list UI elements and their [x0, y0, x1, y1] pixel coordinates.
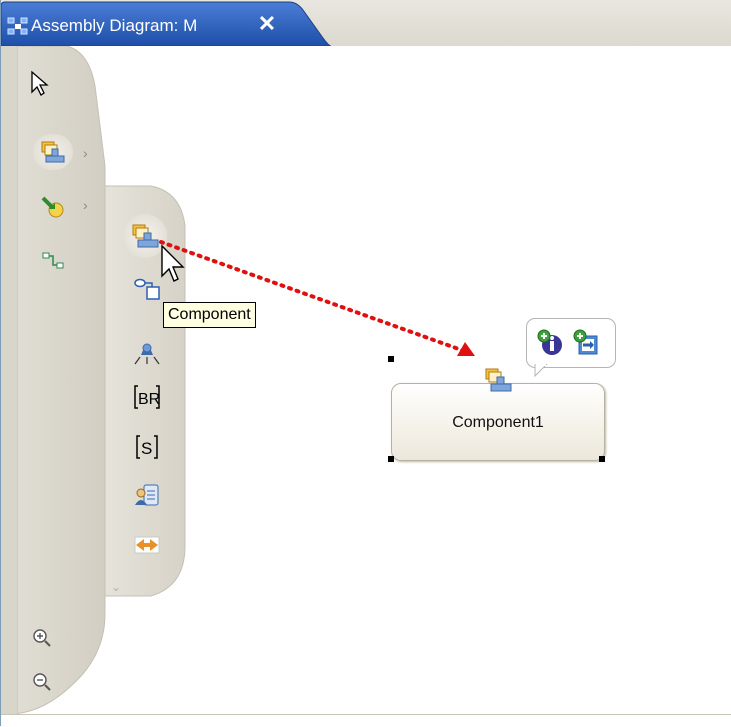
svg-text:BR: BR: [138, 391, 160, 408]
human-task-icon[interactable]: [129, 478, 165, 512]
select-arrow-icon[interactable]: [21, 66, 57, 100]
bubble-pointer: [534, 364, 548, 378]
component-label: Component1: [452, 414, 544, 431]
interface-map-icon[interactable]: [129, 528, 165, 562]
component-icon: [483, 366, 513, 394]
add-reference-icon[interactable]: [573, 329, 601, 357]
palette: [1, 46, 186, 714]
component-node[interactable]: Component1: [391, 383, 605, 461]
zoom-out-icon[interactable]: [27, 668, 57, 696]
chevron-right-icon[interactable]: ›: [83, 145, 88, 161]
selection-handle[interactable]: [599, 456, 605, 462]
selection-handle[interactable]: [388, 456, 394, 462]
tab-title: Assembly Diagram: M: [31, 16, 198, 35]
editor-frame: Assembly Diagram: M ✕ › › BR S ⌄ Compone…: [0, 0, 731, 727]
editor-tab[interactable]: Assembly Diagram: M ✕: [1, 0, 331, 46]
editor-bottom-border: [1, 714, 731, 727]
selection-handle[interactable]: [388, 356, 394, 362]
business-rule-icon[interactable]: BR: [129, 380, 165, 414]
state-machine-icon[interactable]: S: [129, 430, 165, 464]
import-icon[interactable]: [35, 190, 71, 224]
close-icon[interactable]: ✕: [255, 12, 279, 36]
svg-text:S: S: [141, 439, 152, 458]
assembly-diagram-icon: [7, 16, 29, 36]
wire-icon[interactable]: [35, 244, 71, 278]
zoom-in-icon[interactable]: [27, 624, 57, 652]
component-icon[interactable]: [33, 134, 73, 170]
chevron-right-icon[interactable]: ›: [83, 197, 88, 213]
editor-tab-bar: Assembly Diagram: M ✕: [1, 0, 731, 47]
hover-action-bar: [526, 318, 616, 368]
chevron-down-icon[interactable]: ⌄: [111, 580, 121, 594]
add-interface-icon[interactable]: [537, 329, 565, 357]
drag-arrow: [159, 240, 475, 356]
